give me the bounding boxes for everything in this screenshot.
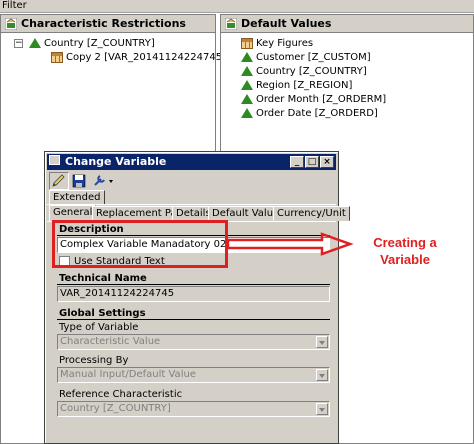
processing-by-select: Manual Input/Default Value [57, 367, 330, 383]
tree-item-label: Country [Z_COUNTRY] [256, 66, 367, 77]
close-button[interactable]: × [320, 156, 334, 168]
characteristic-triangle-icon [241, 94, 253, 104]
characteristic-restrictions-header: Characteristic Restrictions [1, 15, 215, 33]
default-values-folder-icon [225, 18, 237, 30]
reference-characteristic-select: Country [Z_COUNTRY] [57, 401, 330, 417]
characteristic-restrictions-title: Characteristic Restrictions [21, 17, 186, 30]
global-settings-section-label: Global Settings [57, 308, 330, 320]
default-values-header: Default Values [221, 15, 473, 33]
chevron-down-icon [316, 336, 328, 348]
tree-item-country[interactable]: Country [Z_COUNTRY] [29, 36, 155, 51]
reference-characteristic-value: Country [Z_COUNTRY] [60, 403, 171, 414]
type-of-variable-select: Characteristic Value [57, 334, 330, 350]
tree-item-label: Order Month [Z_ORDERM] [256, 94, 387, 105]
technical-name-section-label: Technical Name [57, 273, 330, 285]
variable-icon [51, 51, 63, 63]
edit-button[interactable] [49, 172, 69, 190]
characteristic-folder-icon [5, 18, 17, 30]
processing-by-value: Manual Input/Default Value [60, 369, 196, 380]
tree-item-country[interactable]: Country [Z_COUNTRY] [241, 64, 367, 79]
dialog-title: Change Variable [65, 155, 167, 168]
maximize-button[interactable]: □ [305, 156, 319, 168]
annotation-arrow [226, 232, 354, 256]
tree-item-region[interactable]: Region [Z_REGION] [241, 78, 352, 93]
annotation-line-1: Creating a [373, 235, 437, 250]
characteristic-triangle-icon [241, 66, 253, 76]
tree-item-label: Customer [Z_CUSTOM] [256, 52, 371, 63]
tree-item-order-month[interactable]: Order Month [Z_ORDERM] [241, 92, 386, 107]
type-of-variable-label: Type of Variable [59, 322, 139, 333]
minimize-button[interactable]: _ [290, 156, 304, 168]
tab-currency-unit[interactable]: Currency/Unit [273, 206, 350, 221]
annotation-highlight-box [52, 220, 228, 268]
tree-item-label: Country [Z_COUNTRY] [44, 38, 155, 49]
technical-name-field: VAR_20141124224745 [57, 286, 330, 302]
tree-item-order-date[interactable]: Order Date [Z_ORDERD] [241, 106, 378, 121]
default-values-title: Default Values [241, 17, 332, 30]
key-figures-icon [241, 37, 253, 49]
tree-item-label: Copy 2 [VAR_20141124224745] [66, 52, 226, 63]
tree-item-label: Order Date [Z_ORDERD] [256, 108, 378, 119]
reference-characteristic-label: Reference Characteristic [59, 389, 183, 400]
chevron-down-icon [316, 403, 328, 415]
type-of-variable-value: Characteristic Value [60, 336, 161, 347]
characteristic-triangle-icon [29, 38, 41, 48]
characteristic-triangle-icon [241, 80, 253, 90]
tree-item-label: Key Figures [256, 38, 314, 49]
annotation-text: Creating a Variable [356, 234, 454, 268]
tab-extended[interactable]: Extended [49, 190, 105, 205]
tree-item-variable[interactable]: Copy 2 [VAR_20141124224745] [51, 50, 226, 65]
processing-by-label: Processing By [59, 355, 129, 366]
filter-bar: Filter [0, 0, 474, 13]
save-button[interactable] [71, 173, 87, 189]
tree-item-key-figures[interactable]: Key Figures [241, 36, 313, 51]
floppy-disk-icon [72, 174, 86, 188]
characteristic-triangle-icon [241, 108, 253, 118]
collapse-toggle[interactable]: − [14, 39, 23, 48]
annotation-line-2: Variable [380, 252, 430, 267]
pencil-icon [52, 174, 65, 187]
characteristic-triangle-icon [241, 52, 253, 62]
change-variable-dialog: Change Variable _ □ × Extended General R… [44, 151, 350, 444]
chevron-down-icon [316, 369, 328, 381]
wrench-icon [94, 175, 113, 186]
tree-item-label: Region [Z_REGION] [256, 80, 353, 91]
dialog-window-icon [49, 155, 60, 165]
tools-dropdown-button[interactable] [92, 173, 116, 189]
tree-item-customer[interactable]: Customer [Z_CUSTOM] [241, 50, 371, 65]
